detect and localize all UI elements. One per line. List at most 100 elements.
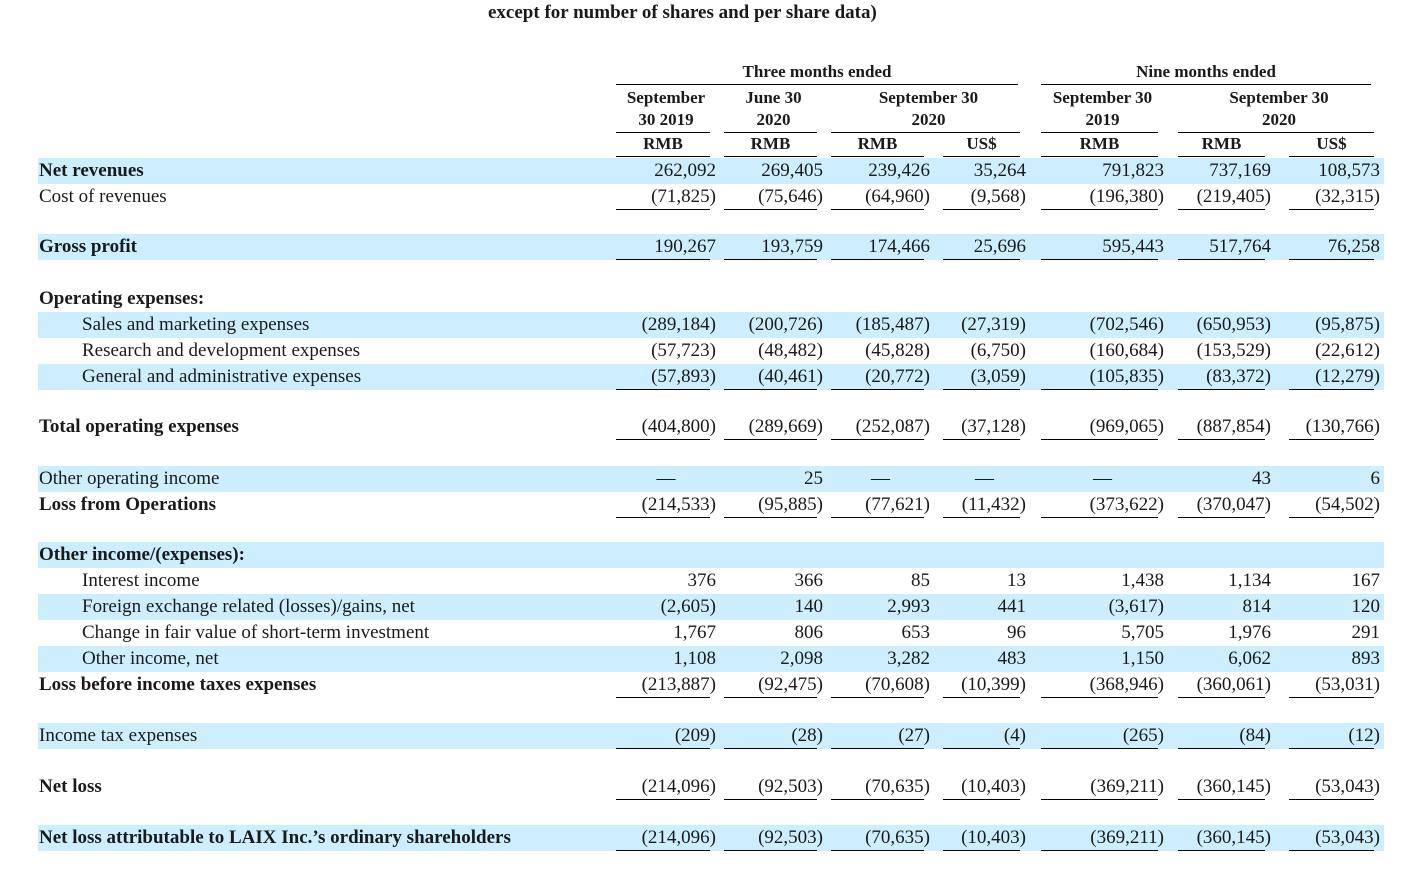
total-underline	[831, 850, 924, 851]
total-underline	[831, 697, 924, 698]
total-underline	[943, 799, 1020, 800]
total-underline	[616, 850, 710, 851]
currency-rule	[724, 156, 817, 157]
total-underline	[1041, 259, 1158, 260]
total-underline	[943, 748, 1020, 749]
total-underline	[1041, 439, 1158, 440]
total-underline	[1178, 259, 1265, 260]
cell-value: (54,502)	[1315, 494, 1380, 515]
total-underline	[831, 748, 924, 749]
total-underline	[943, 850, 1020, 851]
statement-caption: except for number of shares and per shar…	[488, 2, 877, 23]
total-underline	[831, 259, 924, 260]
row-label: Cost of revenues	[39, 186, 167, 207]
column-header-year: 2020	[756, 110, 791, 129]
total-underline	[1041, 850, 1158, 851]
currency-rule	[1289, 156, 1374, 157]
total-underline	[616, 517, 710, 518]
row-label: Loss before income taxes expenses	[39, 674, 317, 695]
cell-value: 6	[1370, 468, 1381, 489]
total-underline	[831, 799, 924, 800]
total-underline	[943, 389, 1020, 390]
column-header-currency: RMB	[1079, 134, 1120, 153]
total-underline	[1178, 517, 1265, 518]
cell-value: 893	[1351, 648, 1381, 669]
total-underline	[724, 517, 817, 518]
cell-value: 120	[1351, 596, 1381, 617]
cell-value: (53,043)	[1315, 827, 1380, 848]
row-label: Gross profit	[39, 236, 137, 257]
total-underline	[724, 697, 817, 698]
total-underline	[1289, 517, 1374, 518]
total-underline	[724, 850, 817, 851]
cell-value: (130,766)	[1305, 416, 1380, 437]
column-group-rule	[1041, 84, 1371, 85]
row-label: Interest income	[82, 570, 200, 591]
currency-rule	[943, 156, 1020, 157]
column-header-period: September	[626, 88, 706, 107]
currency-rule	[616, 156, 710, 157]
total-underline	[1178, 850, 1265, 851]
total-underline	[1289, 697, 1374, 698]
total-underline	[943, 517, 1020, 518]
total-underline	[1178, 209, 1265, 210]
total-underline	[1041, 517, 1158, 518]
row-label: Income tax expenses	[39, 725, 198, 746]
cell-value: (53,031)	[1315, 674, 1380, 695]
cell-value: 108,573	[1318, 160, 1380, 181]
total-underline	[1041, 697, 1158, 698]
total-underline	[943, 439, 1020, 440]
cell-value: 291	[1351, 622, 1381, 643]
total-underline	[724, 439, 817, 440]
total-underline	[1289, 850, 1374, 851]
total-underline	[724, 799, 817, 800]
total-underline	[1289, 799, 1374, 800]
column-header-currency: RMB	[1201, 134, 1242, 153]
row-label: Total operating expenses	[39, 416, 239, 437]
row-label: Research and development expenses	[82, 340, 361, 361]
row-label: Change in fair value of short-term inves…	[82, 622, 430, 643]
total-underline	[831, 439, 924, 440]
column-header-currency: US$	[1316, 134, 1347, 153]
total-underline	[943, 209, 1020, 210]
cell-value: —	[871, 468, 890, 489]
total-underline	[1178, 439, 1265, 440]
total-underline	[1289, 748, 1374, 749]
row-label: Operating expenses:	[39, 288, 205, 309]
currency-rule	[1041, 156, 1158, 157]
cell-value: (12)	[1348, 725, 1380, 746]
currency-rule	[1178, 156, 1265, 157]
column-group-header: Three months ended	[742, 62, 892, 81]
column-header-period: September 30	[1052, 88, 1153, 107]
row-label: Loss from Operations	[39, 494, 216, 515]
total-underline	[831, 209, 924, 210]
column-header-currency: RMB	[750, 134, 791, 153]
column-header-period: September 30	[1229, 88, 1329, 107]
total-underline	[1289, 259, 1374, 260]
column-group-header: Nine months ended	[1136, 62, 1276, 81]
column-header-currency: RMB	[643, 134, 683, 153]
row-label: Net loss attributable to LAIX Inc.’s ord…	[39, 827, 511, 848]
total-underline	[831, 389, 924, 390]
column-header-period: September 30	[878, 88, 979, 107]
cell-value: 167	[1351, 570, 1381, 591]
column-header-period: June 30	[745, 88, 802, 107]
total-underline	[724, 389, 817, 390]
row-label: Other income/(expenses):	[39, 544, 245, 565]
cell-value: (12,279)	[1315, 366, 1380, 387]
total-underline	[724, 209, 817, 210]
total-underline	[1041, 389, 1158, 390]
row-label: Sales and marketing expenses	[82, 314, 310, 335]
total-underline	[1178, 389, 1265, 390]
total-underline	[616, 439, 710, 440]
total-underline	[831, 517, 924, 518]
total-underline	[1178, 799, 1265, 800]
total-underline	[724, 748, 817, 749]
row-label: Foreign exchange related (losses)/gains,…	[82, 596, 415, 617]
row-label: Net loss	[39, 776, 102, 797]
cell-value: (95,875)	[1315, 314, 1380, 335]
total-underline	[943, 697, 1020, 698]
total-underline	[616, 259, 710, 260]
total-underline	[616, 799, 710, 800]
column-group-rule	[616, 84, 1018, 85]
